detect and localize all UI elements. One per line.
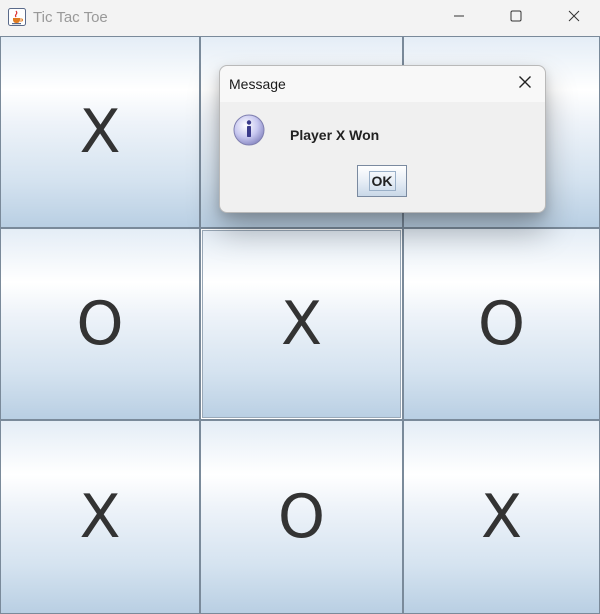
ok-button[interactable]: OK [357,165,407,197]
minimize-button[interactable] [430,0,488,36]
minimize-icon [453,9,465,27]
cell-r2-c1[interactable]: O [0,228,200,420]
cell-r3-c2[interactable]: O [200,420,403,614]
window-title: Tic Tac Toe [33,9,108,26]
ok-button-label: OK [368,171,396,191]
dialog-title: Message [229,76,286,92]
cell-r2-c3[interactable]: O [403,228,600,420]
java-cup-icon [8,8,26,26]
message-dialog: Message Player X Won OK [219,65,546,213]
cell-r2-c2[interactable]: X [200,228,403,420]
close-icon [568,9,580,27]
info-icon [232,113,266,147]
cell-r1-c1[interactable]: X [0,36,200,228]
dialog-message: Player X Won [290,127,380,143]
dialog-close-button[interactable] [513,72,537,96]
window-titlebar: Tic Tac Toe [0,0,600,36]
close-window-button[interactable] [545,0,600,36]
close-icon [518,75,532,94]
cell-r3-c3[interactable]: X [403,420,600,614]
maximize-button[interactable] [487,0,545,36]
maximize-icon [510,9,522,27]
dialog-titlebar: Message [220,66,545,102]
cell-r3-c1[interactable]: X [0,420,200,614]
